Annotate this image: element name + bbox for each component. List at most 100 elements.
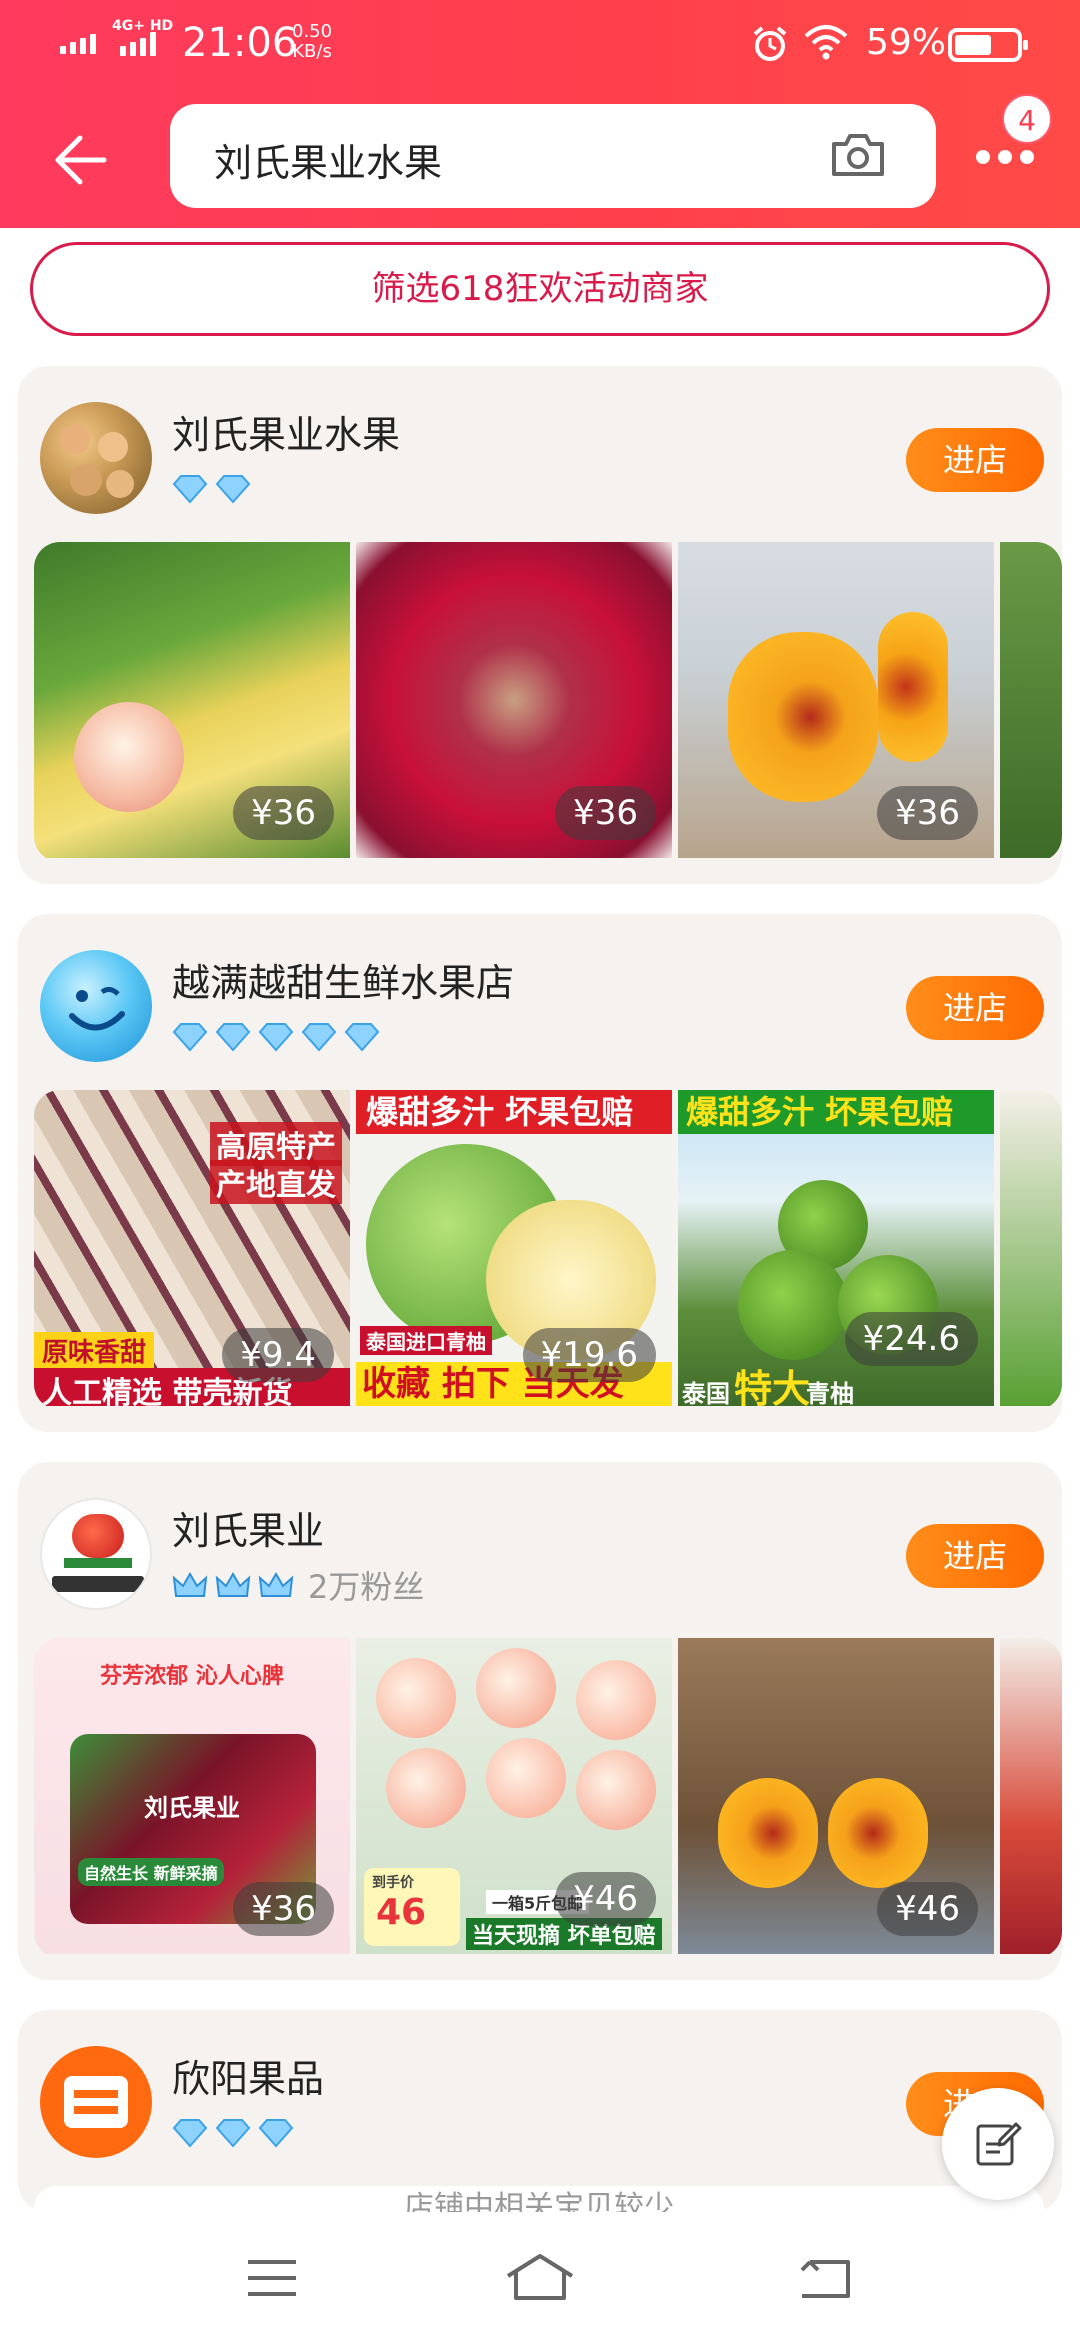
status-bar: 4G+ HD 21:06 0.50 KB/s 59% bbox=[0, 0, 1080, 88]
speed-value: 0.50 bbox=[292, 21, 333, 42]
battery-percent: 59% bbox=[866, 22, 947, 63]
crown-icon bbox=[215, 1572, 251, 1597]
diamond-icon bbox=[258, 2119, 294, 2148]
store-card[interactable]: 刘氏果业水果 进店 ¥36 ¥36 ¥36 bbox=[18, 366, 1062, 884]
product-tag: 产地直发 bbox=[210, 1160, 342, 1204]
product-card[interactable]: 爆甜多汁 坏果包赔 泰国 特大 青柚 ¥24.6 bbox=[678, 1090, 994, 1406]
product-price: ¥9.4 bbox=[222, 1328, 334, 1382]
search-input[interactable]: 刘氏果业水果 bbox=[170, 104, 936, 208]
store-name[interactable]: 刘氏果业水果 bbox=[172, 404, 400, 459]
product-tag: 爆甜多汁 坏果包赔 bbox=[356, 1090, 672, 1134]
credit-rating bbox=[172, 2118, 296, 2150]
network-label: 4G+ HD bbox=[112, 18, 174, 34]
store-card[interactable]: 欣阳果品 进店 店铺中相关宝贝较少 bbox=[18, 2010, 1062, 2212]
store-avatar[interactable] bbox=[40, 950, 152, 1062]
product-card-partial[interactable] bbox=[1000, 1638, 1062, 1954]
alarm-icon bbox=[753, 26, 787, 61]
filter-618-button[interactable]: 筛选618狂欢活动商家 bbox=[30, 242, 1050, 336]
credit-rating bbox=[172, 1570, 296, 1602]
speed-unit: KB/s bbox=[292, 41, 332, 62]
network-speed: 0.50 KB/s bbox=[292, 22, 332, 62]
few-items-text: 店铺中相关宝贝较少 bbox=[404, 2190, 674, 2212]
smiley-icon bbox=[69, 986, 125, 1031]
store-card[interactable]: 越满越甜生鲜水果店 进店 高原特产 产地直发 原味香甜 人工精选 带壳新货 ¥9… bbox=[18, 914, 1062, 1432]
product-price: ¥36 bbox=[555, 786, 656, 840]
product-strip: ¥36 ¥36 ¥36 bbox=[34, 542, 1062, 862]
feedback-button[interactable] bbox=[942, 2088, 1054, 2200]
product-price: ¥36 bbox=[233, 786, 334, 840]
store-name[interactable]: 越满越甜生鲜水果店 bbox=[172, 952, 514, 1007]
clock: 21:06 bbox=[182, 20, 298, 66]
enter-store-button[interactable]: 进店 bbox=[906, 428, 1044, 492]
product-tag: 青柚 bbox=[806, 1380, 854, 1406]
back-nav-icon[interactable] bbox=[796, 2256, 852, 2300]
product-tag: 泰国 bbox=[682, 1380, 730, 1406]
diamond-icon bbox=[172, 2119, 208, 2148]
product-tag: 芬芳浓郁 沁人心脾 bbox=[100, 1664, 284, 1689]
camera-icon[interactable] bbox=[830, 130, 886, 178]
product-price: ¥24.6 bbox=[844, 1312, 978, 1366]
header: 4G+ HD 21:06 0.50 KB/s 59% 刘氏果业水果 4 bbox=[0, 0, 1080, 228]
product-tag: 特大 bbox=[734, 1367, 811, 1406]
product-card[interactable]: ¥36 bbox=[678, 542, 994, 858]
crown-icon bbox=[172, 1572, 208, 1597]
store-name[interactable]: 欣阳果品 bbox=[172, 2048, 324, 2103]
credit-rating bbox=[172, 1022, 382, 1054]
back-button[interactable] bbox=[50, 130, 110, 190]
product-tag: 原味香甜 bbox=[34, 1332, 155, 1369]
notification-badge: 4 bbox=[1002, 94, 1052, 144]
credit-rating bbox=[172, 474, 253, 506]
price-label-box: 到手价 46 bbox=[364, 1868, 460, 1946]
product-strip: 高原特产 产地直发 原味香甜 人工精选 带壳新货 ¥9.4 爆甜多汁 坏果包赔 … bbox=[34, 1090, 1062, 1410]
diamond-icon bbox=[215, 2119, 251, 2148]
product-price: ¥36 bbox=[877, 786, 978, 840]
diamond-icon bbox=[172, 1023, 208, 1052]
product-tag: 到手价 bbox=[372, 1875, 414, 1891]
product-card-partial[interactable] bbox=[1000, 542, 1062, 858]
more-menu-button[interactable] bbox=[976, 150, 1046, 164]
diamond-icon bbox=[172, 475, 208, 504]
enter-store-button[interactable]: 进店 bbox=[906, 976, 1044, 1040]
enter-store-button[interactable]: 进店 bbox=[906, 1524, 1044, 1588]
store-name[interactable]: 刘氏果业 bbox=[172, 1500, 324, 1555]
product-tag: 刘氏果业 bbox=[144, 1794, 240, 1822]
product-price: ¥46 bbox=[555, 1872, 656, 1926]
battery-icon bbox=[948, 28, 1028, 62]
home-icon[interactable] bbox=[504, 2252, 576, 2302]
wifi-icon bbox=[804, 25, 848, 60]
product-card[interactable]: 芬芳浓郁 沁人心脾 刘氏果业 自然生长 新鲜采摘 ¥36 bbox=[34, 1638, 350, 1954]
product-tag: 自然生长 新鲜采摘 bbox=[78, 1858, 224, 1886]
product-tag: 泰国进口青柚 bbox=[360, 1326, 492, 1355]
diamond-icon bbox=[215, 1023, 251, 1052]
signal-icon bbox=[60, 30, 108, 54]
search-query: 刘氏果业水果 bbox=[214, 141, 443, 185]
product-card[interactable]: ¥36 bbox=[356, 542, 672, 858]
store-card[interactable]: 刘氏果业 2万粉丝 进店 芬芳浓郁 沁人心脾 刘氏果业 自然生长 新鲜采摘 ¥3… bbox=[18, 1462, 1062, 1980]
product-card[interactable]: 到手价 46 一箱5斤包邮 当天现摘 坏单包赔 ¥46 bbox=[356, 1638, 672, 1954]
product-price: ¥36 bbox=[233, 1882, 334, 1936]
fans-count: 2万粉丝 bbox=[308, 1568, 425, 1606]
crown-icon bbox=[258, 1572, 294, 1597]
store-avatar[interactable] bbox=[40, 2046, 152, 2158]
diamond-icon bbox=[301, 1023, 337, 1052]
diamond-icon bbox=[215, 475, 251, 504]
product-card-partial[interactable] bbox=[1000, 1090, 1062, 1406]
product-card[interactable]: 爆甜多汁 坏果包赔 泰国进口青柚 收藏 拍下 当天发 ¥19.6 bbox=[356, 1090, 672, 1406]
store-logo-icon bbox=[64, 2076, 128, 2128]
product-card[interactable]: ¥36 bbox=[34, 542, 350, 858]
edit-note-icon bbox=[976, 2122, 1022, 2166]
store-avatar[interactable] bbox=[40, 402, 152, 514]
store-avatar[interactable] bbox=[40, 1498, 152, 1610]
diamond-icon bbox=[345, 1023, 380, 1052]
product-card[interactable]: 高原特产 产地直发 原味香甜 人工精选 带壳新货 ¥9.4 bbox=[34, 1090, 350, 1406]
product-price: ¥19.6 bbox=[522, 1328, 656, 1382]
few-items-note: 店铺中相关宝贝较少 bbox=[34, 2186, 1044, 2212]
product-price: ¥46 bbox=[877, 1882, 978, 1936]
product-tag: 46 bbox=[376, 1892, 427, 1933]
product-card[interactable]: ¥46 bbox=[678, 1638, 994, 1954]
diamond-icon bbox=[258, 1023, 294, 1052]
screen: 4G+ HD 21:06 0.50 KB/s 59% 刘氏果业水果 4 筛选61… bbox=[0, 0, 1080, 2340]
product-strip: 芬芳浓郁 沁人心脾 刘氏果业 自然生长 新鲜采摘 ¥36 到手价 46 一箱5斤… bbox=[34, 1638, 1062, 1958]
product-tag: 爆甜多汁 坏果包赔 bbox=[678, 1090, 994, 1134]
menu-icon[interactable] bbox=[246, 2258, 298, 2298]
